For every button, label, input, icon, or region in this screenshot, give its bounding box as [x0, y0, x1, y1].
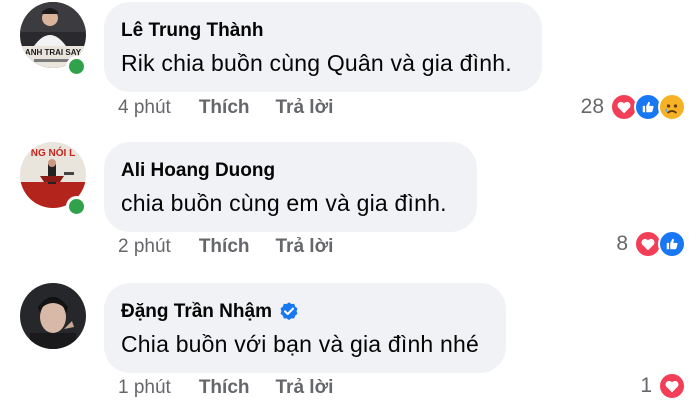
like-button[interactable]: Thích — [199, 97, 250, 119]
comment-text: Rik chia buồn cùng Quân và gia đình. — [121, 50, 512, 76]
comment-text: chia buồn cùng em và gia đình. — [121, 190, 447, 216]
reaction-count: 28 — [580, 95, 604, 118]
comment-time[interactable]: 1 phút — [118, 377, 171, 399]
comment-time[interactable]: 4 phút — [118, 97, 171, 119]
avatar-man-dark-icon — [20, 283, 86, 349]
comment-actions: 1 phút Thích Trả lời — [118, 374, 333, 402]
comment-actions: 4 phút Thích Trả lời — [118, 94, 333, 122]
sad-icon — [658, 93, 686, 121]
reply-button[interactable]: Trả lời — [276, 377, 334, 399]
verified-badge-icon — [278, 301, 300, 323]
reaction-count: 8 — [616, 232, 628, 255]
online-status-dot — [66, 196, 87, 217]
comment-author[interactable]: Lê Trung Thành — [121, 20, 264, 42]
reaction-summary[interactable]: 28 — [581, 92, 686, 122]
online-status-dot — [66, 56, 87, 77]
reaction-count: 1 — [640, 374, 652, 397]
avatar-poster-text: NG NÓI L — [31, 146, 75, 159]
reaction-summary[interactable]: 8 — [616, 229, 686, 259]
reply-button[interactable]: Trả lời — [276, 97, 334, 119]
comment-text: Chia buồn với bạn và gia đình nhé — [121, 331, 479, 357]
like-button[interactable]: Thích — [199, 236, 250, 258]
comment-time[interactable]: 2 phút — [118, 236, 171, 258]
comment-actions: 2 phút Thích Trả lời — [118, 233, 333, 261]
reply-button[interactable]: Trả lời — [276, 236, 334, 258]
comment-bubble: Lê Trung Thành Rik chia buồn cùng Quân v… — [104, 2, 542, 92]
comment-bubble: Ali Hoang Duong chia buồn cùng em và gia… — [104, 142, 477, 232]
avatar[interactable] — [20, 283, 86, 349]
love-icon — [658, 372, 686, 400]
like-button[interactable]: Thích — [199, 377, 250, 399]
comment-bubble: Đặng Trần Nhậm Chia buồn với bạn và gia … — [104, 283, 506, 373]
comment-author[interactable]: Đặng Trần Nhậm — [121, 301, 272, 323]
comment-author[interactable]: Ali Hoang Duong — [121, 160, 275, 182]
reaction-summary[interactable]: 1 — [640, 371, 686, 401]
like-icon — [658, 230, 686, 258]
